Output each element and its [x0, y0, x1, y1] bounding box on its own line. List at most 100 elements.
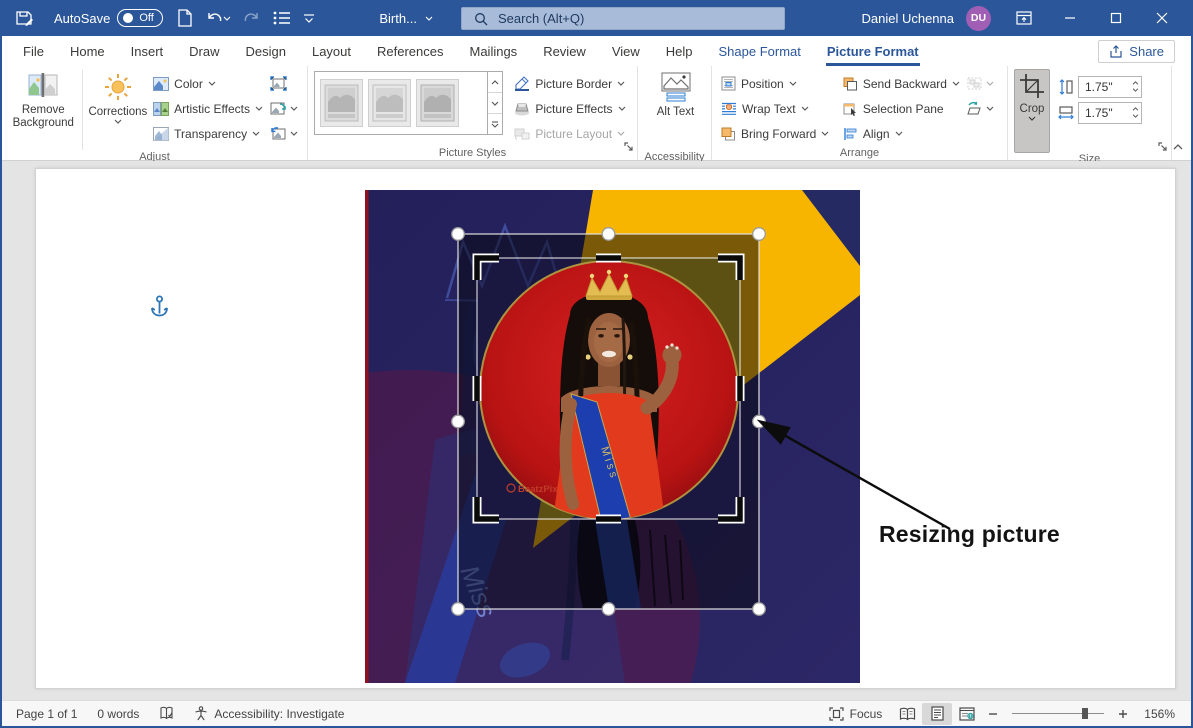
resize-handle-top-left[interactable] [452, 228, 465, 241]
group-button [964, 71, 1003, 96]
page-indicator[interactable]: Page 1 of 1 [2, 701, 87, 726]
document-canvas[interactable]: Miss [2, 161, 1191, 702]
transparency-icon [153, 127, 169, 141]
resize-handle-top-right[interactable] [753, 228, 766, 241]
corrections-button[interactable]: Corrections [86, 69, 151, 151]
tab-help[interactable]: Help [653, 36, 706, 66]
new-document-icon[interactable] [171, 4, 199, 32]
send-backward-label: Send Backward [863, 77, 947, 91]
crop-button[interactable]: Crop [1014, 69, 1050, 153]
resize-handle-middle-left[interactable] [452, 415, 465, 428]
tab-layout[interactable]: Layout [299, 36, 364, 66]
picture-style-thumbnail[interactable] [320, 79, 363, 127]
picture-effects-button[interactable]: Picture Effects [511, 96, 633, 121]
gallery-scroll-up[interactable] [488, 72, 502, 93]
color-button[interactable]: Color [150, 71, 268, 96]
tab-file[interactable]: File [10, 36, 57, 66]
zoom-out-button[interactable] [982, 703, 1004, 725]
change-picture-button[interactable] [268, 96, 300, 121]
spin-down-icon[interactable] [1132, 88, 1139, 92]
selection-pane-label: Selection Pane [863, 102, 944, 116]
proofing-status[interactable] [149, 701, 184, 726]
selection-pane-button[interactable]: Selection Pane [840, 96, 964, 121]
picture-styles-dialog-launcher[interactable] [624, 139, 634, 157]
wrap-text-button[interactable]: Wrap Text [718, 96, 840, 121]
spin-up-icon[interactable] [1132, 107, 1139, 111]
save-icon[interactable] [8, 4, 40, 32]
position-button[interactable]: Position [718, 71, 840, 96]
ribbon-display-options-icon[interactable] [1003, 0, 1045, 36]
search-placeholder: Search (Alt+Q) [498, 11, 584, 26]
share-icon [1109, 45, 1123, 59]
zoom-slider[interactable] [1012, 713, 1104, 714]
user-name[interactable]: Daniel Uchenna [861, 11, 954, 26]
zoom-level[interactable]: 156% [1134, 701, 1191, 726]
resize-handle-bottom-center[interactable] [602, 603, 615, 616]
read-mode-button[interactable] [892, 703, 922, 725]
minimize-button[interactable] [1049, 0, 1091, 36]
focus-button[interactable]: Focus [819, 701, 893, 726]
tab-picture-format[interactable]: Picture Format [814, 36, 932, 66]
collapse-ribbon-button[interactable] [1173, 137, 1183, 155]
rotate-button[interactable] [964, 96, 1003, 121]
remove-background-button[interactable]: Remove Background [8, 69, 79, 151]
resize-handle-bottom-right[interactable] [753, 603, 766, 616]
size-dialog-launcher[interactable] [1158, 139, 1168, 157]
zoom-slider-thumb[interactable] [1082, 708, 1088, 719]
document-title[interactable]: Birth... [379, 11, 433, 26]
tab-mailings[interactable]: Mailings [457, 36, 531, 66]
resize-handle-middle-right[interactable] [753, 415, 766, 428]
artistic-effects-button[interactable]: Artistic Effects [150, 96, 268, 121]
spin-up-icon[interactable] [1132, 81, 1139, 85]
web-layout-button[interactable] [952, 703, 982, 725]
chevron-down-icon [425, 16, 433, 21]
avatar[interactable]: DU [966, 6, 991, 31]
tab-draw[interactable]: Draw [176, 36, 232, 66]
anchor-icon [150, 295, 169, 323]
selected-picture[interactable]: Miss [365, 190, 860, 683]
align-button[interactable]: Align [840, 121, 964, 146]
zoom-in-button[interactable] [1112, 703, 1134, 725]
tab-insert[interactable]: Insert [118, 36, 177, 66]
search-box[interactable]: Search (Alt+Q) [461, 7, 785, 30]
accessibility-status[interactable]: Accessibility: Investigate [184, 701, 354, 726]
maximize-button[interactable] [1095, 0, 1137, 36]
spin-down-icon[interactable] [1132, 114, 1139, 118]
height-spinner[interactable] [1132, 77, 1139, 97]
tab-review[interactable]: Review [530, 36, 599, 66]
gallery-more-button[interactable] [488, 114, 502, 134]
tab-design[interactable]: Design [233, 36, 299, 66]
alt-text-button[interactable]: Alt Text [646, 69, 706, 151]
picture-style-thumbnail[interactable] [416, 79, 459, 127]
resize-handle-bottom-left[interactable] [452, 603, 465, 616]
read-mode-icon [899, 707, 916, 721]
width-spinner[interactable] [1132, 103, 1139, 123]
bullets-icon[interactable] [267, 4, 297, 32]
gallery-scroll-down[interactable] [488, 93, 502, 114]
word-count[interactable]: 0 words [87, 701, 149, 726]
undo-button[interactable] [199, 4, 237, 32]
share-button[interactable]: Share [1098, 40, 1175, 63]
reset-picture-button[interactable] [268, 121, 300, 146]
send-backward-button[interactable]: Send Backward [840, 71, 964, 96]
picture-border-button[interactable]: Picture Border [511, 71, 633, 96]
compress-pictures-button[interactable] [268, 71, 289, 96]
autosave-label: AutoSave [54, 11, 110, 26]
bring-forward-button[interactable]: Bring Forward [718, 121, 840, 146]
width-value: 1.75" [1085, 106, 1113, 120]
picture-style-thumbnail[interactable] [368, 79, 411, 127]
autosave-toggle[interactable]: AutoSave Off [54, 9, 163, 27]
close-button[interactable] [1141, 0, 1183, 36]
tab-shape-format[interactable]: Shape Format [706, 36, 814, 66]
height-input[interactable]: 1.75" [1078, 76, 1142, 98]
tab-home[interactable]: Home [57, 36, 118, 66]
resize-handle-top-center[interactable] [602, 228, 615, 241]
crop-label: Crop [1020, 103, 1045, 116]
tab-references[interactable]: References [364, 36, 456, 66]
tab-view[interactable]: View [599, 36, 653, 66]
width-input[interactable]: 1.75" [1078, 102, 1142, 124]
picture-styles-gallery [314, 71, 503, 135]
customize-toolbar-icon[interactable] [297, 4, 321, 32]
print-layout-button[interactable] [922, 703, 952, 725]
transparency-button[interactable]: Transparency [150, 121, 268, 146]
